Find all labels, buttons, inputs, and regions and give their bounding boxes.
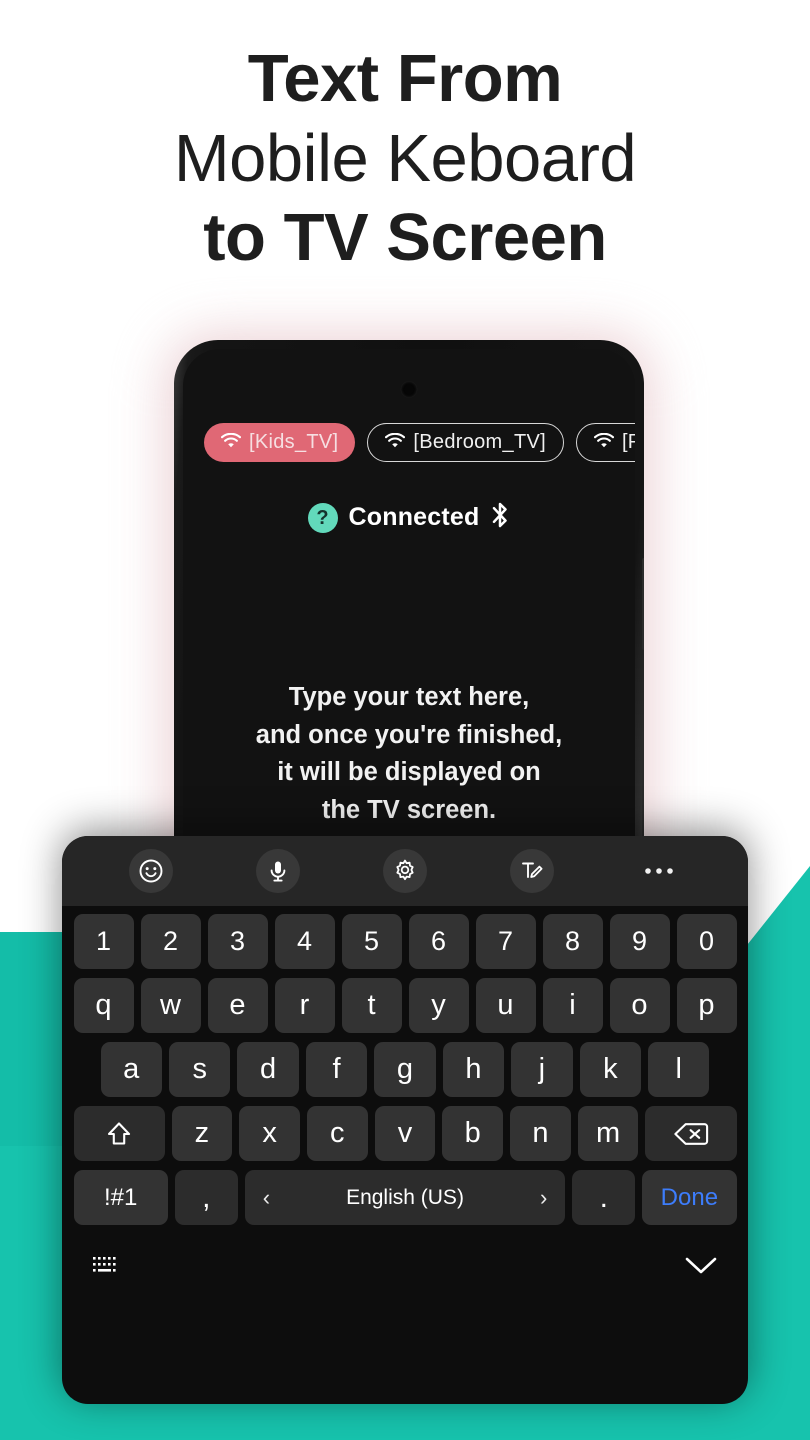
keyboard-row-qwerty: q w e r t y u i o p — [70, 978, 740, 1033]
status-label: Connected — [348, 503, 480, 531]
key-l[interactable]: l — [648, 1042, 710, 1097]
device-chip-label: [Pa — [621, 431, 635, 453]
key-t[interactable]: t — [341, 978, 402, 1033]
key-h[interactable]: h — [442, 1042, 505, 1097]
key-p[interactable]: p — [676, 978, 737, 1033]
keyboard-icon[interactable] — [92, 1255, 122, 1282]
on-screen-keyboard: 1 2 3 4 5 6 7 8 9 0 q w e r t y u i o p … — [62, 836, 748, 1404]
backspace-icon[interactable] — [645, 1106, 737, 1161]
bluetooth-icon — [490, 501, 510, 534]
device-chip-kids-tv[interactable]: [Kids_TV] — [204, 423, 356, 462]
key-c[interactable]: c — [306, 1106, 368, 1161]
key-m[interactable]: m — [577, 1106, 639, 1161]
shift-icon[interactable] — [73, 1106, 165, 1161]
keyboard-toolbar — [62, 836, 748, 906]
keyboard-bottom-bar — [62, 1234, 748, 1302]
placeholder-line-4: the TV screen. — [321, 796, 497, 825]
key-u[interactable]: u — [475, 978, 536, 1033]
keyboard-row-asdf: a s d f g h j k l — [70, 1042, 740, 1097]
key-5[interactable]: 5 — [341, 914, 402, 969]
headline-line-2: Mobile Keboard — [173, 120, 637, 196]
key-r[interactable]: r — [274, 978, 335, 1033]
key-a[interactable]: a — [100, 1042, 162, 1097]
key-y[interactable]: y — [408, 978, 469, 1033]
key-x[interactable]: x — [239, 1106, 300, 1161]
headline-line-1: Text From — [247, 41, 563, 116]
keyboard-row-bottom: !#1 , ‹ English (US) › . Done — [70, 1170, 740, 1225]
front-camera — [400, 381, 418, 398]
key-6[interactable]: 6 — [408, 914, 469, 969]
prev-language-icon[interactable]: ‹ — [263, 1185, 270, 1211]
key-g[interactable]: g — [374, 1042, 436, 1097]
handwriting-icon[interactable] — [509, 849, 554, 893]
device-chip-parents-tv[interactable]: [Pa — [575, 423, 635, 462]
key-v[interactable]: v — [374, 1106, 436, 1161]
key-9[interactable]: 9 — [609, 914, 670, 969]
key-k[interactable]: k — [579, 1042, 642, 1097]
text-input-placeholder[interactable]: Type your text here, and once you're fin… — [183, 679, 635, 830]
headline-line-3: to TV Screen — [203, 200, 607, 276]
connection-status: ? Connected — [183, 501, 635, 534]
keyboard-keys: 1 2 3 4 5 6 7 8 9 0 q w e r t y u i o p … — [62, 906, 748, 1225]
key-d[interactable]: d — [237, 1042, 299, 1097]
period-key[interactable]: . — [572, 1170, 636, 1225]
key-n[interactable]: n — [510, 1106, 571, 1161]
symbols-key[interactable]: !#1 — [73, 1170, 168, 1225]
placeholder-line-1: Type your text here, — [288, 683, 530, 711]
key-f[interactable]: f — [305, 1042, 368, 1097]
help-icon[interactable]: ? — [307, 502, 338, 533]
device-chip-row: [Kids_TV] [Bedroom_TV] [P — [183, 423, 635, 462]
emoji-icon[interactable] — [129, 849, 174, 893]
gear-icon[interactable] — [382, 849, 427, 893]
key-z[interactable]: z — [171, 1106, 233, 1161]
key-b[interactable]: b — [442, 1106, 504, 1161]
key-4[interactable]: 4 — [274, 914, 335, 969]
done-key[interactable]: Done — [642, 1170, 737, 1225]
next-language-icon[interactable]: › — [540, 1185, 547, 1211]
placeholder-line-2: and once you're finished, — [255, 720, 563, 749]
more-icon[interactable] — [637, 849, 681, 893]
key-2[interactable]: 2 — [140, 914, 201, 969]
device-chip-label: [Bedroom_TV] — [413, 431, 546, 453]
phone-volume-button[interactable] — [642, 558, 644, 650]
key-o[interactable]: o — [609, 978, 670, 1033]
current-language-label: English (US) — [346, 1185, 464, 1209]
key-0[interactable]: 0 — [676, 914, 737, 969]
comma-key[interactable]: , — [174, 1170, 238, 1225]
placeholder-line-3: it will be displayed on — [277, 758, 541, 787]
key-e[interactable]: e — [207, 978, 268, 1033]
key-7[interactable]: 7 — [475, 914, 536, 969]
keyboard-row-numbers: 1 2 3 4 5 6 7 8 9 0 — [70, 914, 740, 969]
microphone-icon[interactable] — [256, 849, 301, 893]
key-i[interactable]: i — [542, 978, 603, 1033]
teal-shape-bottom — [0, 1400, 810, 1440]
device-chip-bedroom-tv[interactable]: [Bedroom_TV] — [367, 423, 564, 462]
key-8[interactable]: 8 — [542, 914, 603, 969]
key-q[interactable]: q — [73, 978, 134, 1033]
key-1[interactable]: 1 — [73, 914, 134, 969]
wifi-icon — [385, 431, 406, 454]
wifi-icon — [220, 431, 242, 454]
key-s[interactable]: s — [168, 1042, 231, 1097]
phone-power-button[interactable] — [642, 730, 644, 850]
key-j[interactable]: j — [511, 1042, 573, 1097]
device-chip-label: [Kids_TV] — [249, 431, 339, 453]
key-w[interactable]: w — [140, 978, 201, 1033]
keyboard-row-zxcv: z x c v b n m — [70, 1106, 740, 1161]
wifi-icon — [593, 431, 615, 454]
key-3[interactable]: 3 — [207, 914, 268, 969]
space-key[interactable]: ‹ English (US) › — [244, 1170, 566, 1225]
page-title: Text From Mobile Keboard to TV Screen — [0, 41, 810, 276]
chevron-down-icon[interactable] — [684, 1255, 718, 1282]
